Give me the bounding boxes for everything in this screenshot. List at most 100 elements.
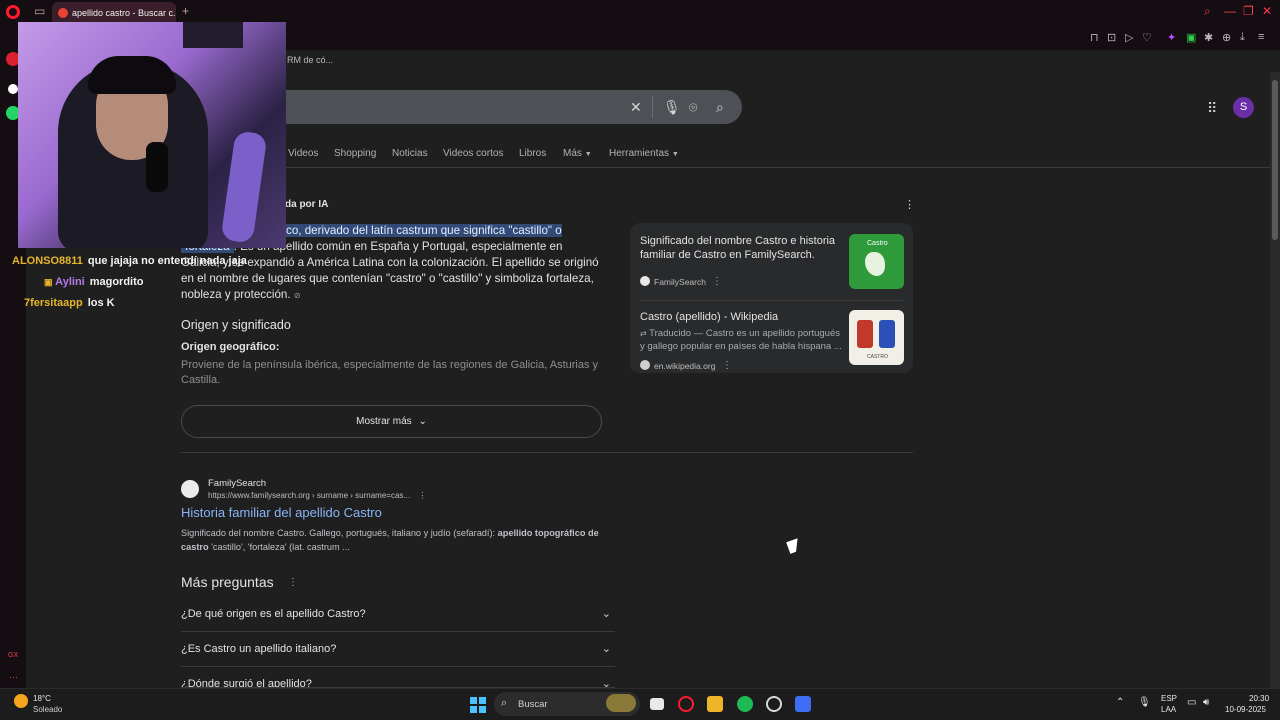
- show-more-button[interactable]: Mostrar más ⌄: [181, 405, 602, 438]
- mouse-cursor-icon: [786, 538, 802, 554]
- source-card-menu-icon[interactable]: ⋮: [712, 276, 722, 287]
- tab-mas[interactable]: Más ▼: [563, 148, 592, 159]
- play-icon[interactable]: ▷: [1125, 31, 1133, 44]
- question-item[interactable]: ¿Es Castro un apellido italiano? ⌄: [181, 632, 615, 667]
- task-view-icon[interactable]: [650, 698, 664, 710]
- clock-time[interactable]: 20:30: [1249, 694, 1269, 703]
- chat-username: Aylini: [55, 276, 85, 288]
- tab-herramientas-label: Herramientas: [609, 148, 670, 159]
- source-card-site: FamilySearch: [654, 277, 706, 287]
- start-tile: [470, 697, 477, 704]
- source-card-thumbnail[interactable]: CASTRO: [849, 310, 904, 365]
- source-card-snippet: ⇄ Traducido — Castro es un apellido port…: [640, 327, 844, 353]
- search-tabs-icon[interactable]: ⌕: [1204, 4, 1211, 19]
- lock-icon[interactable]: ⊕: [1222, 31, 1231, 44]
- tab-active[interactable]: apellido castro - Buscar c...: [52, 2, 176, 24]
- google-lens-icon[interactable]: ⌾: [689, 99, 697, 116]
- webcam-microphone: [146, 142, 168, 192]
- extension-icon[interactable]: ✦: [1167, 31, 1176, 44]
- tab-shopping[interactable]: Shopping: [334, 148, 376, 159]
- more-icon[interactable]: ···: [9, 672, 18, 682]
- ai-overview-menu-icon[interactable]: ⋮: [904, 198, 915, 211]
- more-questions-menu-icon[interactable]: ⋮: [288, 577, 298, 588]
- tab-island-icon[interactable]: ▭: [34, 4, 45, 18]
- google-apps-icon[interactable]: ⠿: [1207, 100, 1217, 117]
- search-icon[interactable]: ⌕: [716, 99, 724, 116]
- chat-text: que jajaja no entendí nada jaja: [87, 255, 247, 267]
- result-site-name[interactable]: FamilySearch: [208, 478, 266, 489]
- new-tab-icon[interactable]: +: [182, 4, 189, 18]
- thumbnail-text: Castro: [867, 240, 888, 247]
- tray-expand-icon[interactable]: ⌃: [1116, 697, 1124, 708]
- minimize-icon[interactable]: —: [1224, 4, 1236, 18]
- chevron-down-icon: ⌄: [418, 416, 427, 427]
- chevron-down-icon: ⌄: [601, 643, 611, 655]
- spotify-icon[interactable]: [737, 696, 753, 712]
- result-menu-icon[interactable]: ⋮: [418, 491, 426, 500]
- link-icon[interactable]: ⊘: [294, 291, 301, 300]
- maximize-icon[interactable]: ❐: [1243, 4, 1254, 18]
- source-card-thumbnail[interactable]: Castro: [849, 234, 904, 289]
- source-card-snippet-text: Traducido — Castro es un apellido portug…: [640, 328, 842, 352]
- translate-icon: ⇄: [640, 329, 647, 338]
- streamer-webcam: [18, 22, 286, 248]
- ai-overview-rest: . Es un apellido común en España y Portu…: [181, 240, 599, 301]
- weather-temperature[interactable]: 18°C: [33, 694, 51, 703]
- file-explorer-icon[interactable]: [707, 696, 723, 712]
- heart-icon[interactable]: ♡: [1142, 31, 1152, 44]
- source-card-title[interactable]: Castro (apellido) - Wikipedia: [640, 310, 840, 324]
- app-icon[interactable]: [795, 696, 811, 712]
- result-url-text: https://www.familysearch.org › surname ›…: [208, 491, 411, 500]
- coat-of-arms-shape: [879, 320, 895, 348]
- clock-date[interactable]: 10-09-2025: [1225, 705, 1266, 714]
- bookmark-item[interactable]: RM de có...: [287, 55, 333, 65]
- question-item[interactable]: ¿Dónde surgió el apellido? ⌄: [181, 667, 615, 688]
- steam-icon[interactable]: [766, 696, 782, 712]
- result-title-link[interactable]: Historia familiar del apellido Castro: [181, 505, 382, 520]
- thumbnail-text: CASTRO: [867, 354, 888, 360]
- language-layout[interactable]: LAA: [1161, 705, 1176, 714]
- chevron-down-icon: ▼: [671, 151, 679, 158]
- more-questions-heading: Más preguntas: [181, 574, 274, 590]
- volume-icon[interactable]: 🔊︎: [1203, 697, 1209, 708]
- microphone-icon[interactable]: 🎙︎: [663, 99, 681, 116]
- weather-sun-icon[interactable]: [14, 694, 28, 708]
- windows-taskbar: [0, 688, 1280, 720]
- tab-herramientas[interactable]: Herramientas ▼: [609, 148, 679, 159]
- clear-search-icon[interactable]: ✕: [630, 99, 642, 116]
- download-icon[interactable]: ⤓: [1240, 31, 1245, 44]
- coat-of-arms-shape: [857, 320, 873, 348]
- extensions-puzzle-icon[interactable]: ✱: [1204, 31, 1213, 44]
- network-icon[interactable]: ▭: [1187, 697, 1196, 708]
- map-shape: [865, 252, 885, 276]
- menu-icon[interactable]: ≡: [1258, 31, 1264, 43]
- result-url[interactable]: https://www.familysearch.org › surname ›…: [208, 491, 426, 500]
- windows-start-button[interactable]: [470, 697, 486, 713]
- wikipedia-favicon-icon: [640, 360, 650, 370]
- sidebar-aria-icon[interactable]: [8, 84, 18, 94]
- close-window-icon[interactable]: ✕: [1262, 4, 1272, 18]
- start-tile: [470, 706, 477, 713]
- opera-gx-taskbar-icon[interactable]: [678, 696, 694, 712]
- extension-green-icon[interactable]: ▣: [1186, 31, 1196, 44]
- account-avatar[interactable]: S: [1233, 97, 1254, 118]
- gx-icon[interactable]: GX: [8, 652, 18, 659]
- pin-icon[interactable]: ⊓: [1090, 31, 1099, 44]
- question-text: ¿Dónde surgió el apellido?: [181, 678, 312, 688]
- tab-noticias[interactable]: Noticias: [392, 148, 428, 159]
- webcam-skateboard: [220, 130, 268, 244]
- source-card-title[interactable]: Significado del nombre Castro e historia…: [640, 234, 840, 262]
- language-code[interactable]: ESP: [1161, 694, 1177, 703]
- question-item[interactable]: ¿De qué origen es el apellido Castro? ⌄: [181, 597, 615, 632]
- tab-videos[interactable]: Videos: [288, 148, 318, 159]
- weather-description[interactable]: Soleado: [33, 705, 62, 714]
- tab-libros[interactable]: Libros: [519, 148, 546, 159]
- tab-videos-cortos[interactable]: Videos cortos: [443, 148, 503, 159]
- origin-heading: Origen y significado: [181, 318, 291, 332]
- scrollbar-thumb[interactable]: [1272, 80, 1278, 240]
- google-favicon-icon: [58, 8, 68, 18]
- source-card-menu-icon[interactable]: ⋮: [722, 360, 732, 371]
- tray-mic-icon[interactable]: 🎙︎: [1138, 697, 1151, 708]
- opera-logo-icon[interactable]: [6, 5, 20, 19]
- snapshot-icon[interactable]: ⊡: [1107, 31, 1116, 44]
